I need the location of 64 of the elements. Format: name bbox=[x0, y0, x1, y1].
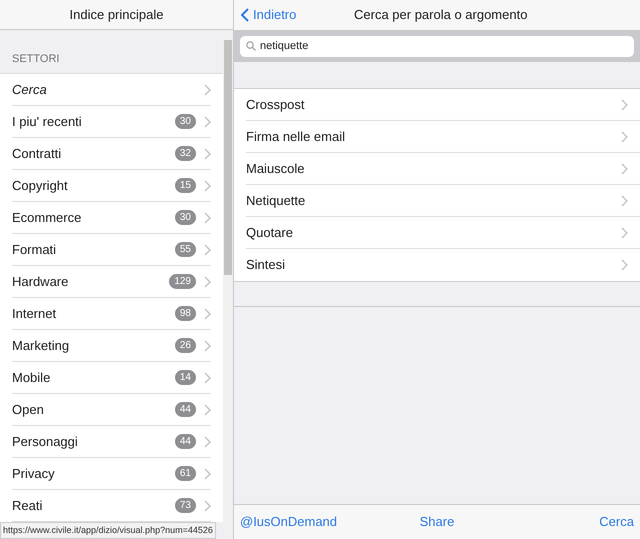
sidebar-item[interactable]: Contratti 32 bbox=[0, 138, 223, 170]
chevron-icon bbox=[621, 226, 628, 238]
sidebar-item[interactable]: Open 44 bbox=[0, 394, 223, 426]
result-item[interactable]: Firma nelle email bbox=[234, 121, 640, 153]
sidebar-item[interactable]: Formati 55 bbox=[0, 234, 223, 266]
toolbar-link[interactable]: Cerca bbox=[599, 512, 634, 532]
result-item[interactable]: Netiquette bbox=[234, 185, 640, 217]
chevron-icon bbox=[621, 98, 628, 110]
sidebar-header: Indice principale bbox=[0, 0, 233, 30]
chevron-icon bbox=[621, 130, 628, 142]
count-badge: 14 bbox=[174, 370, 196, 385]
sidebar-item[interactable]: Hardware 129 bbox=[0, 266, 223, 298]
count-badge: 61 bbox=[174, 466, 196, 481]
search-field[interactable]: netiquette bbox=[240, 36, 634, 56]
count-badge: 30 bbox=[174, 210, 196, 225]
chevron-icon bbox=[204, 436, 211, 448]
search-icon bbox=[246, 41, 256, 51]
sidebar-item[interactable]: Marketing 26 bbox=[0, 330, 223, 362]
toolbar-link[interactable]: @IusOnDemand bbox=[240, 512, 338, 532]
status-url: https://www.civile.it/app/dizio/visual.php?num=44526 bbox=[0, 522, 216, 539]
sidebar-item[interactable]: Ecommerce 30 bbox=[0, 202, 223, 234]
toolbar-link[interactable]: Share bbox=[420, 512, 454, 532]
count-badge: 32 bbox=[174, 146, 196, 161]
chevron-icon bbox=[204, 84, 211, 96]
chevron-icon bbox=[204, 340, 211, 352]
count-badge: 73 bbox=[174, 498, 196, 513]
count-badge: 26 bbox=[174, 338, 196, 353]
chevron-icon bbox=[204, 308, 211, 320]
chevron-icon bbox=[204, 276, 211, 288]
result-item[interactable]: Quotare bbox=[234, 217, 640, 249]
chevron-icon bbox=[204, 372, 211, 384]
result-item[interactable]: Sintesi bbox=[234, 249, 640, 281]
chevron-icon bbox=[204, 500, 211, 512]
result-item[interactable]: Maiuscole bbox=[234, 153, 640, 185]
back-chevron-icon bbox=[241, 8, 249, 22]
result-item[interactable]: Crosspost bbox=[234, 89, 640, 121]
chevron-icon bbox=[621, 194, 628, 206]
sidebar-item[interactable]: Internet 98 bbox=[0, 298, 223, 330]
count-badge: 55 bbox=[174, 242, 196, 257]
chevron-icon bbox=[204, 244, 211, 256]
chevron-icon bbox=[204, 404, 211, 416]
section-label: SETTORI bbox=[12, 52, 60, 66]
sidebar-item[interactable]: Privacy 61 bbox=[0, 458, 223, 490]
sidebar-item[interactable]: Cerca bbox=[0, 74, 223, 106]
sidebar-item[interactable]: I piu' recenti 30 bbox=[0, 106, 223, 138]
chevron-icon bbox=[204, 116, 211, 128]
chevron-icon bbox=[204, 468, 211, 480]
count-badge: 44 bbox=[174, 434, 196, 449]
count-badge: 44 bbox=[174, 402, 196, 417]
chevron-icon bbox=[204, 148, 211, 160]
scrollbar[interactable] bbox=[223, 30, 233, 539]
count-badge: 15 bbox=[174, 178, 196, 193]
count-badge: 98 bbox=[174, 306, 196, 321]
sidebar-item[interactable]: Personaggi 44 bbox=[0, 426, 223, 458]
chevron-icon bbox=[204, 212, 211, 224]
chevron-icon bbox=[621, 259, 628, 271]
back-button[interactable]: Indietro bbox=[234, 5, 296, 25]
chevron-icon bbox=[204, 180, 211, 192]
sidebar-item[interactable]: Copyright 15 bbox=[0, 170, 223, 202]
sidebar-item[interactable]: Mobile 14 bbox=[0, 362, 223, 394]
count-badge: 129 bbox=[169, 274, 196, 289]
count-badge: 30 bbox=[174, 114, 196, 129]
chevron-icon bbox=[621, 162, 628, 174]
page-title: Cerca per parola o argomento bbox=[354, 6, 528, 24]
